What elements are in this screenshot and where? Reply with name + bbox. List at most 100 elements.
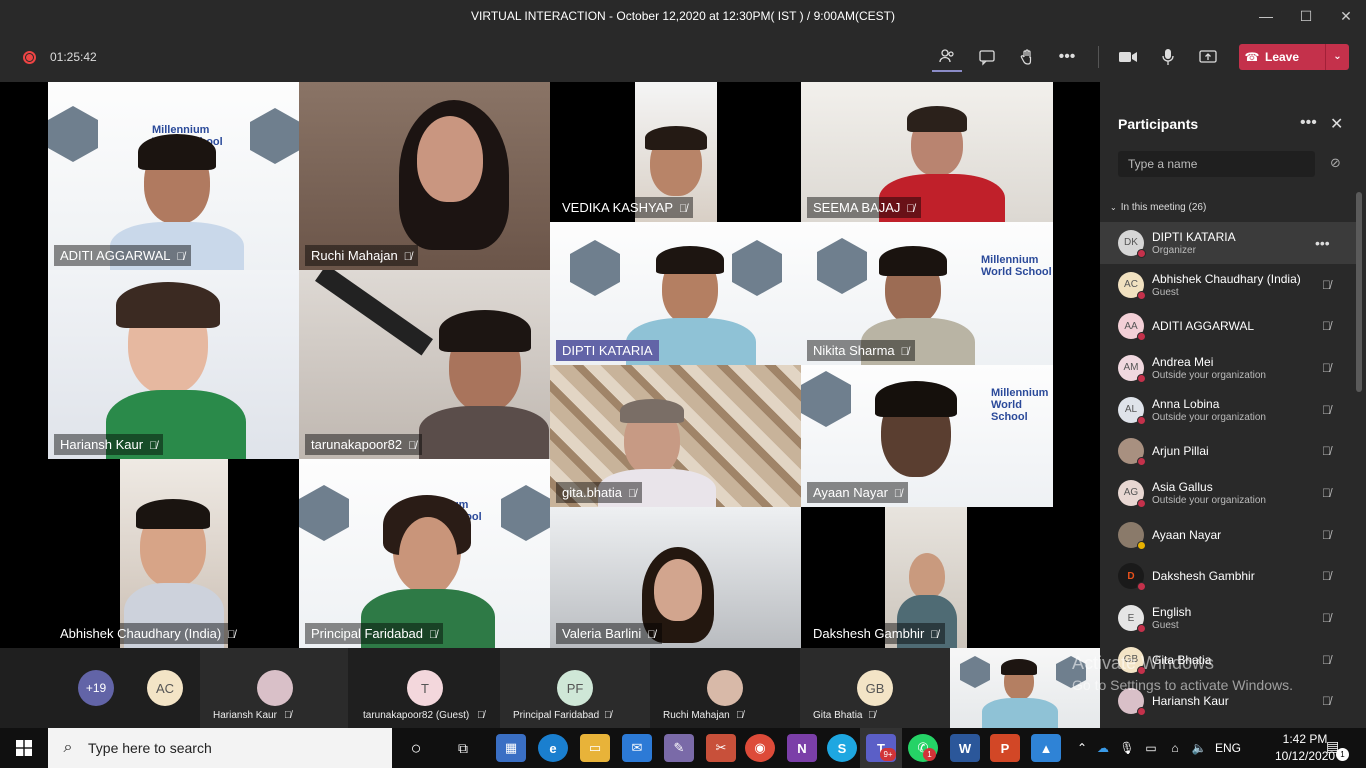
strip-avatar[interactable]: GB bbox=[857, 670, 893, 706]
participant-text: Andrea Mei Outside your organization bbox=[1152, 355, 1266, 381]
participant-avatar: AG bbox=[1118, 479, 1146, 508]
mic-off-icon[interactable]: 🎙̸ bbox=[1322, 486, 1331, 500]
close-icon[interactable]: ✕ bbox=[1330, 114, 1343, 134]
participant-row[interactable]: AC Abhishek Chaudhary (India) Guest 🎙̸ bbox=[1100, 264, 1356, 306]
video-tile-aditi[interactable]: MillenniumWorld School ADITI AGGARWAL🎙̸ bbox=[48, 82, 299, 270]
language-indicator[interactable]: ENG bbox=[1211, 741, 1245, 755]
overflow-count-button[interactable]: +19 bbox=[78, 670, 114, 706]
panel-scrollbar[interactable] bbox=[1356, 192, 1362, 392]
photos-icon[interactable]: ▲ bbox=[1031, 734, 1061, 762]
taskbar-search-box[interactable]: ⌕ Type here to search bbox=[48, 728, 392, 768]
word-icon[interactable]: W bbox=[950, 734, 980, 762]
avatar-initials: E bbox=[1127, 612, 1135, 624]
video-tile-ruchi[interactable]: Ruchi Mahajan 🎙̸ bbox=[299, 82, 550, 270]
mic-off-icon[interactable]: 🎙̸ bbox=[1322, 653, 1331, 667]
mic-off-icon[interactable]: 🎙̸ bbox=[1322, 403, 1331, 417]
panel-more-icon[interactable]: ••• bbox=[1300, 114, 1317, 132]
participant-row[interactable]: AM Andrea Mei Outside your organization 🎙̸ bbox=[1100, 347, 1356, 389]
strip-avatar[interactable]: T bbox=[407, 670, 443, 706]
participant-text: ADITI AGGARWAL bbox=[1152, 319, 1254, 333]
video-tile-taruna[interactable]: tarunakapoor82 🎙̸ bbox=[299, 270, 550, 459]
share-invite-icon[interactable]: ⊘ bbox=[1330, 155, 1341, 171]
powerpoint-icon[interactable]: P bbox=[990, 734, 1020, 762]
mic-off-icon: 🎙̸ bbox=[477, 710, 485, 721]
video-tile-valeria[interactable]: Valeria Barlini 🎙̸ bbox=[550, 507, 801, 648]
strip-avatar[interactable]: PF bbox=[557, 670, 593, 706]
leave-button[interactable]: ☎ Leave ⌄ bbox=[1239, 44, 1349, 70]
school-logo-line2: World School bbox=[981, 266, 1052, 278]
in-meeting-section[interactable]: ⌄ In this meeting (26) bbox=[1110, 202, 1206, 213]
microphone-tray-icon[interactable]: 🎙 bbox=[1115, 741, 1139, 755]
snipping-tool-icon[interactable]: ✂ bbox=[706, 734, 736, 762]
task-view-icon[interactable]: ⧉ bbox=[448, 734, 478, 762]
chevron-up-icon[interactable]: ⌃ bbox=[1073, 741, 1091, 755]
cortana-icon[interactable]: ○ bbox=[401, 734, 431, 762]
video-tile-dakshesh[interactable]: Dakshesh Gambhir 🎙̸ bbox=[801, 507, 1053, 648]
mic-off-icon[interactable]: 🎙̸ bbox=[1322, 611, 1331, 625]
volume-icon[interactable]: 🔈 bbox=[1187, 741, 1211, 755]
microphone-button[interactable] bbox=[1153, 42, 1183, 72]
video-tile-ayaan[interactable]: Millennium World School Ayaan Nayar 🎙̸ bbox=[801, 365, 1053, 507]
network-icon[interactable]: ⌂ bbox=[1163, 741, 1187, 755]
video-tile-dipti[interactable]: DIPTI KATARIA bbox=[550, 222, 801, 365]
battery-icon[interactable]: ▭ bbox=[1139, 741, 1163, 755]
window-controls: — ☐ ✕ bbox=[1246, 0, 1366, 32]
participant-more-icon[interactable]: ••• bbox=[1315, 235, 1330, 251]
activate-windows-watermark: Activate Windows Go to Settings to activ… bbox=[1072, 652, 1293, 696]
participant-row[interactable]: AL Anna Lobina Outside your organization 🎙̸ bbox=[1100, 389, 1356, 431]
video-tile-hariansh[interactable]: Hariansh Kaur 🎙̸ bbox=[48, 270, 299, 459]
video-tile-gita[interactable]: gita.bhatia 🎙̸ bbox=[550, 365, 801, 507]
chat-icon bbox=[979, 50, 995, 66]
participant-row[interactable]: Arjun Pillai 🎙̸ bbox=[1100, 430, 1356, 472]
participant-row[interactable]: DK DIPTI KATARIA Organizer ••• bbox=[1100, 222, 1356, 264]
participant-row[interactable]: D Dakshesh Gambhir 🎙̸ bbox=[1100, 556, 1356, 598]
mic-off-icon[interactable]: 🎙̸ bbox=[1322, 319, 1331, 333]
participant-hair bbox=[879, 246, 947, 276]
participant-row[interactable]: AA ADITI AGGARWAL 🎙̸ bbox=[1100, 305, 1356, 347]
participant-row[interactable]: Ayaan Nayar 🎙̸ bbox=[1100, 514, 1356, 556]
mic-off-icon[interactable]: 🎙̸ bbox=[1322, 278, 1331, 292]
raise-hand-button[interactable] bbox=[1012, 42, 1042, 72]
video-tile-seema[interactable]: SEEMA BAJAJ 🎙̸ bbox=[801, 82, 1053, 222]
strip-avatar-photo[interactable] bbox=[707, 670, 743, 706]
presence-status-icon bbox=[1137, 540, 1146, 550]
video-tile-abhishek[interactable]: Abhishek Chaudhary (India) 🎙̸ bbox=[48, 459, 299, 648]
close-window-button[interactable]: ✕ bbox=[1326, 0, 1366, 32]
strip-avatar[interactable]: AC bbox=[147, 670, 183, 706]
chat-button[interactable] bbox=[972, 42, 1002, 72]
participant-row[interactable]: AG Asia Gallus Outside your organization 🎙̸ bbox=[1100, 472, 1356, 514]
mic-off-icon[interactable]: 🎙̸ bbox=[1322, 569, 1331, 583]
mic-off-icon[interactable]: 🎙̸ bbox=[1322, 528, 1331, 542]
tile-name-label: Hariansh Kaur 🎙̸ bbox=[54, 434, 164, 455]
onedrive-icon[interactable]: ☁ bbox=[1091, 741, 1115, 755]
mic-off-icon[interactable]: 🎙̸ bbox=[1322, 444, 1331, 458]
paint-icon[interactable]: ✎ bbox=[664, 734, 694, 762]
mic-off-icon[interactable]: 🎙̸ bbox=[1322, 694, 1331, 708]
edge-icon[interactable]: e bbox=[538, 734, 568, 762]
start-button[interactable] bbox=[0, 728, 48, 768]
video-tile-vedika[interactable]: VEDIKA KASHYAP 🎙̸ bbox=[550, 82, 801, 222]
video-tile-nikita[interactable]: Millennium World School Nikita Sharma 🎙̸ bbox=[801, 222, 1053, 365]
school-logo-line1: Millennium bbox=[981, 254, 1039, 266]
maximize-button[interactable]: ☐ bbox=[1286, 0, 1326, 32]
participant-text: Arjun Pillai bbox=[1152, 444, 1209, 458]
onenote-icon[interactable]: N bbox=[787, 734, 817, 762]
video-tile-principal[interactable]: MillenniumWorld School Principal Faridab… bbox=[299, 459, 550, 648]
file-explorer-icon[interactable]: ▭ bbox=[580, 734, 610, 762]
participants-button[interactable] bbox=[932, 42, 962, 72]
chevron-down-icon[interactable]: ⌄ bbox=[1325, 44, 1349, 70]
participant-search-input[interactable] bbox=[1118, 151, 1315, 177]
store-icon[interactable]: ▦ bbox=[496, 734, 526, 762]
skype-icon[interactable]: S bbox=[827, 734, 857, 762]
camera-button[interactable] bbox=[1113, 42, 1143, 72]
mic-off-icon[interactable]: 🎙̸ bbox=[1322, 361, 1331, 375]
share-screen-button[interactable] bbox=[1193, 42, 1223, 72]
more-actions-button[interactable]: ••• bbox=[1052, 42, 1082, 72]
participant-row[interactable]: E English Guest 🎙̸ bbox=[1100, 597, 1356, 639]
mail-icon[interactable]: ✉ bbox=[622, 734, 652, 762]
participant-name: Abhishek Chaudhary (India) bbox=[1152, 271, 1301, 286]
more-icon: ••• bbox=[1058, 48, 1076, 65]
chrome-icon[interactable]: ◉ bbox=[745, 734, 775, 762]
minimize-button[interactable]: — bbox=[1246, 0, 1286, 32]
notification-count: 1 bbox=[1336, 748, 1349, 761]
